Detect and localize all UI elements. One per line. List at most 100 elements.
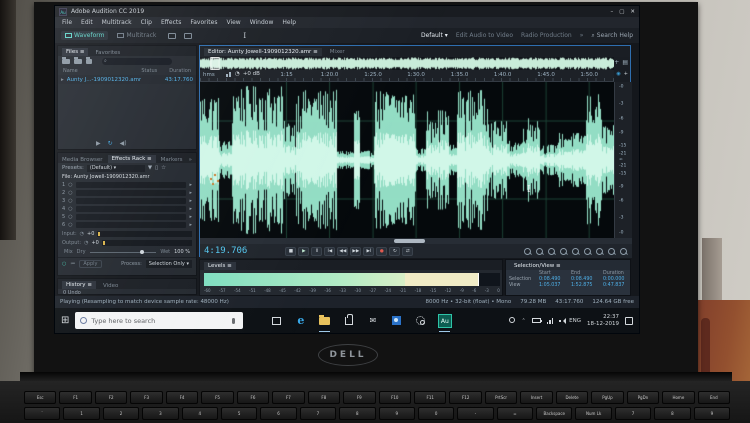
panel-more-button[interactable]: »	[189, 157, 192, 163]
edge-button[interactable]: e	[293, 313, 308, 329]
network-icon[interactable]	[547, 318, 554, 324]
people-icon[interactable]	[509, 317, 515, 323]
play-button[interactable]: ▶	[298, 247, 309, 256]
preview-speaker-icon[interactable]: ◀)	[120, 140, 127, 147]
effect-slot[interactable]: 1○▸	[58, 181, 196, 189]
taskbar-search-input[interactable]: Type here to search	[75, 312, 243, 329]
marker-add-icon[interactable]: +	[624, 71, 628, 77]
slot-arrow-icon[interactable]: ▸	[189, 222, 192, 228]
file-row[interactable]: ▸ Aunty J...-1909012320.amr 43:17.760	[58, 75, 196, 84]
effect-slot[interactable]: 5○▸	[58, 213, 196, 221]
scrollbar-thumb[interactable]	[394, 239, 424, 243]
loop-button[interactable]: ↻	[389, 247, 400, 256]
skip-to-start-button[interactable]: Ι◀	[324, 247, 335, 256]
save-preset-icon[interactable]: ▼	[148, 165, 152, 171]
pin-icon[interactable]: ◉	[616, 71, 620, 77]
waveform-display[interactable]: I	[200, 82, 614, 238]
menu-clip[interactable]: Clip	[141, 19, 152, 26]
effect-slot[interactable]: 2○▸	[58, 189, 196, 197]
hud-gain-value[interactable]: +0 dB	[243, 71, 260, 77]
time-selection-tool-icon[interactable]: I	[243, 32, 246, 40]
power-icon[interactable]: ○	[68, 198, 72, 204]
tab-effects-rack[interactable]: Effects Rack ≡	[108, 155, 156, 163]
pause-button[interactable]: Ⅱ	[311, 247, 322, 256]
column-status[interactable]: Status	[141, 68, 157, 74]
skip-to-end-button[interactable]: ▶Ι	[363, 247, 374, 256]
mix-slider[interactable]	[90, 252, 157, 253]
files-search-input[interactable]	[102, 58, 172, 65]
rack-power-icon[interactable]: ○	[62, 261, 66, 267]
microphone-icon[interactable]	[232, 318, 235, 324]
rack-list-icon[interactable]: ≔	[70, 261, 75, 267]
timeline-ruler[interactable]: hms 1:151:20.01:25.01:30.01:35.01:40.01:…	[200, 70, 614, 82]
skip-selection-button[interactable]: ⇄	[402, 247, 413, 256]
tab-markers[interactable]: Markers	[161, 157, 183, 163]
tab-history[interactable]: History ≡	[62, 281, 96, 289]
process-dropdown[interactable]: Selection Only ▾	[146, 260, 192, 268]
main-waveform-canvas[interactable]	[200, 82, 614, 238]
zoom-button[interactable]	[559, 247, 568, 256]
column-duration[interactable]: Duration	[169, 68, 191, 74]
favorite-star-icon[interactable]: ☆	[161, 165, 166, 171]
menu-edit[interactable]: Edit	[81, 19, 93, 26]
selview-value[interactable]: 0:47.837	[603, 283, 633, 288]
workspace-more-button[interactable]: »	[580, 32, 584, 39]
record-button[interactable]: ●	[376, 247, 387, 256]
selview-value[interactable]: 0:08.490	[571, 277, 603, 282]
overview-waveform[interactable]	[200, 57, 614, 70]
zoom-button[interactable]	[583, 247, 592, 256]
monitor-icon[interactable]	[184, 33, 192, 39]
selview-value[interactable]: 1:05.037	[539, 283, 571, 288]
mail-button[interactable]: ✉	[365, 313, 380, 329]
workspace-preset-dropdown[interactable]: Default ▾	[421, 32, 448, 39]
search-help-button[interactable]: ⌕ Search Help	[591, 32, 633, 40]
selview-value[interactable]: 1:52.875	[571, 283, 603, 288]
start-button[interactable]: ⊞	[61, 315, 69, 326]
input-gain[interactable]: +0	[87, 231, 94, 237]
tab-video[interactable]: Video	[103, 283, 118, 289]
menu-file[interactable]: File	[62, 19, 72, 26]
slot-arrow-icon[interactable]: ▸	[189, 182, 192, 188]
tab-editor[interactable]: Editor: Aunty Jowell-1909012320.amr ≡	[204, 48, 322, 56]
volume-hud[interactable]: ◔ +0 dB	[226, 71, 260, 77]
preview-loop-icon[interactable]: ↻	[108, 140, 113, 147]
menu-window[interactable]: Window	[250, 19, 274, 26]
menu-effects[interactable]: Effects	[161, 19, 181, 26]
slot-arrow-icon[interactable]: ▸	[189, 206, 192, 212]
tab-levels[interactable]: Levels ≡	[204, 262, 236, 270]
output-gain[interactable]: +0	[91, 240, 98, 246]
time-display[interactable]: 4:19.706	[204, 246, 247, 256]
tab-favorites[interactable]: Favorites	[95, 50, 120, 56]
preset-dropdown[interactable]: (Default) ▾	[87, 165, 145, 172]
menu-view[interactable]: View	[226, 19, 240, 26]
effect-slot[interactable]: 3○▸	[58, 197, 196, 205]
power-icon[interactable]: ○	[68, 214, 72, 220]
power-icon[interactable]: ○	[68, 222, 72, 228]
preview-play-icon[interactable]: ▶	[96, 140, 101, 147]
language-indicator[interactable]: ENG	[569, 318, 581, 324]
settings-button[interactable]	[413, 313, 428, 329]
power-icon[interactable]: ○	[68, 182, 72, 188]
apply-button[interactable]: Apply	[79, 260, 101, 268]
slot-arrow-icon[interactable]: ▸	[189, 190, 192, 196]
maximize-button[interactable]: ▢	[619, 9, 624, 15]
stop-button[interactable]: ■	[285, 247, 296, 256]
power-icon[interactable]: ○	[68, 206, 72, 212]
delete-preset-icon[interactable]: ▯	[155, 165, 158, 171]
volume-icon[interactable]	[559, 318, 563, 324]
expand-arrow-icon[interactable]: ▸	[61, 77, 64, 83]
tab-mixer[interactable]: Mixer	[330, 49, 345, 55]
selview-value[interactable]: 0:00.000	[603, 277, 633, 282]
close-button[interactable]: ✕	[630, 9, 635, 15]
selview-value[interactable]: 0:08.490	[539, 277, 571, 282]
import-file-icon[interactable]	[74, 59, 82, 64]
power-icon[interactable]: ○	[68, 190, 72, 196]
spot-heal-icon[interactable]: +	[614, 59, 619, 66]
tab-selection-view[interactable]: Selection/View ≡	[510, 262, 565, 270]
fast-forward-button[interactable]: ▶▶	[350, 247, 361, 256]
zoom-button[interactable]	[547, 247, 556, 256]
tray-chevron-icon[interactable]: ⌃	[521, 318, 525, 324]
open-file-icon[interactable]	[62, 59, 70, 64]
column-name[interactable]: Name	[63, 68, 78, 74]
menu-help[interactable]: Help	[282, 19, 296, 26]
